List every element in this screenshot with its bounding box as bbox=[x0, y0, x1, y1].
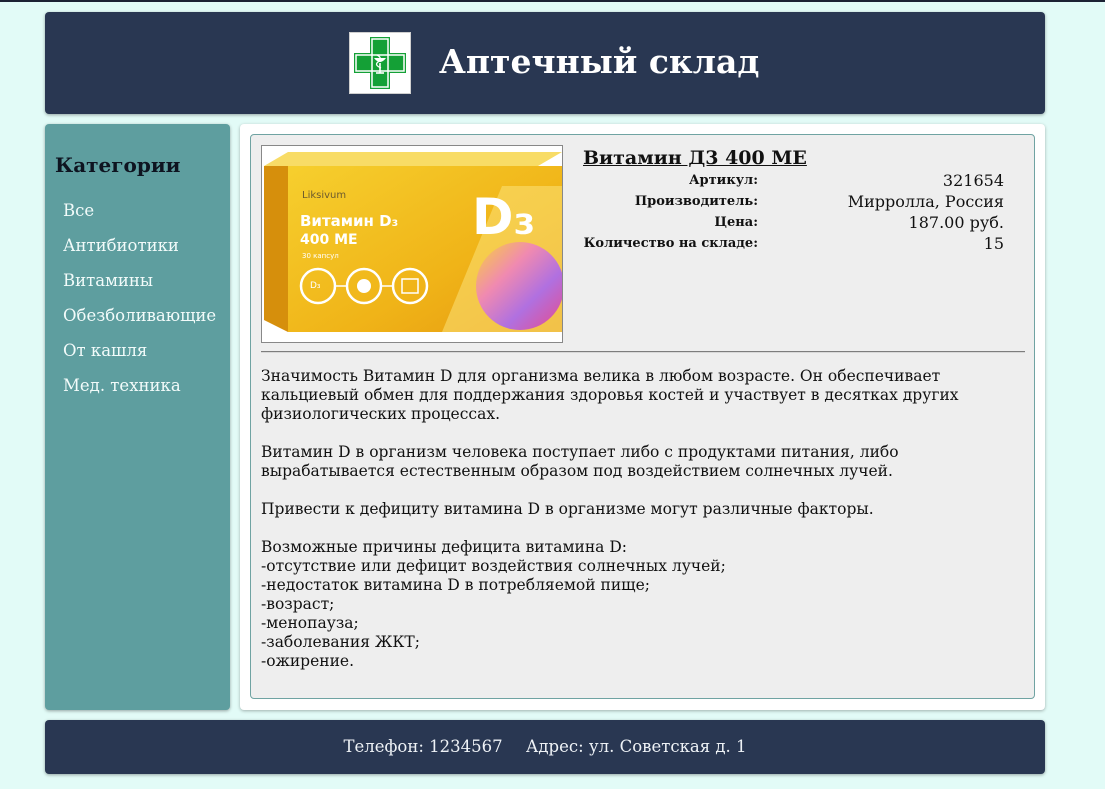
spec-value: 15 bbox=[983, 234, 1004, 253]
site-footer: Телефон: 1234567 Адрес: ул. Советская д.… bbox=[45, 720, 1045, 774]
spec-row-manufacturer: Производитель: Мирролла, Россия bbox=[583, 192, 1004, 213]
pharmacy-cross-icon[interactable] bbox=[349, 32, 411, 94]
address-label: Адрес: bbox=[525, 737, 584, 756]
product-title: Витамин Д3 400 МЕ bbox=[583, 147, 807, 169]
phone-value: 1234567 bbox=[429, 737, 503, 756]
phone-label: Телефон: bbox=[343, 737, 424, 756]
image-name-line1: Витамин D₃ bbox=[300, 212, 398, 230]
product-description: Значимость Витамин D для организма велик… bbox=[261, 367, 959, 670]
product-image: Liksivum Витамин D₃ 400 МЕ 30 капсул D₃ … bbox=[261, 145, 563, 343]
main-content: Liksivum Витамин D₃ 400 МЕ 30 капсул D₃ … bbox=[240, 124, 1045, 710]
category-link-antibiotics[interactable]: Антибиотики bbox=[63, 235, 216, 270]
spec-label: Количество на складе: bbox=[583, 236, 758, 251]
spec-row-stock: Количество на складе: 15 bbox=[583, 234, 1004, 255]
address-value: ул. Советская д. 1 bbox=[588, 737, 747, 756]
spec-row-price: Цена: 187.00 руб. bbox=[583, 213, 1004, 234]
categories-sidebar: Категории Все Антибиотики Витамины Обезб… bbox=[45, 124, 230, 710]
section-divider bbox=[261, 351, 1025, 353]
site-title: Аптечный склад bbox=[439, 42, 760, 81]
spec-row-article: Артикул: 321654 bbox=[583, 171, 1004, 192]
top-edge-line bbox=[0, 0, 1105, 2]
category-link-vitamins[interactable]: Витамины bbox=[63, 270, 216, 305]
spec-label: Артикул: bbox=[688, 173, 758, 188]
image-count: 30 капсул bbox=[302, 252, 339, 260]
categories-heading: Категории bbox=[55, 153, 181, 177]
image-name-line2: 400 МЕ bbox=[300, 232, 358, 248]
site-header: Аптечный склад bbox=[45, 12, 1045, 114]
spec-value: 321654 bbox=[942, 171, 1004, 190]
category-link-cough[interactable]: От кашля bbox=[63, 340, 216, 375]
image-brand: Liksivum bbox=[302, 190, 346, 201]
spec-value: Мирролла, Россия bbox=[847, 192, 1004, 211]
spec-label: Цена: bbox=[714, 215, 758, 230]
category-link-all[interactable]: Все bbox=[63, 200, 216, 235]
category-list: Все Антибиотики Витамины Обезболивающие … bbox=[63, 200, 216, 410]
category-link-painkillers[interactable]: Обезболивающие bbox=[63, 305, 216, 340]
spec-label: Производитель: bbox=[634, 194, 758, 209]
image-circle-label: D₃ bbox=[310, 281, 321, 291]
spec-value: 187.00 руб. bbox=[908, 213, 1004, 232]
product-card: Liksivum Витамин D₃ 400 МЕ 30 капсул D₃ … bbox=[250, 134, 1035, 699]
image-big-mark: D₃ bbox=[472, 188, 535, 246]
product-specs: Артикул: 321654 Производитель: Мирролла,… bbox=[583, 171, 1004, 255]
category-link-medical-equipment[interactable]: Мед. техника bbox=[63, 375, 216, 410]
